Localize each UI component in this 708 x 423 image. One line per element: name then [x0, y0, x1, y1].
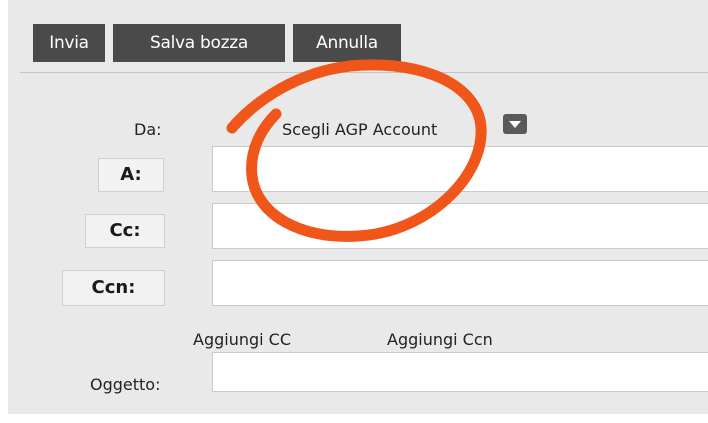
cc-button[interactable]: Cc:	[85, 214, 165, 248]
to-button[interactable]: A:	[98, 158, 164, 192]
add-cc-link[interactable]: Aggiungi CC	[193, 330, 291, 349]
from-label: Da:	[134, 120, 162, 139]
bcc-field[interactable]	[212, 260, 708, 306]
to-field[interactable]	[212, 146, 708, 192]
subject-label: Oggetto:	[90, 375, 161, 394]
subject-field[interactable]	[212, 352, 708, 392]
toolbar-divider	[20, 72, 708, 73]
add-bcc-link[interactable]: Aggiungi Ccn	[387, 330, 493, 349]
chevron-down-icon[interactable]	[503, 114, 527, 134]
from-account-select[interactable]: Scegli AGP Account	[282, 120, 437, 139]
save-draft-button[interactable]: Salva bozza	[113, 24, 285, 62]
cancel-button[interactable]: Annulla	[293, 24, 401, 62]
cc-field[interactable]	[212, 203, 708, 249]
bcc-button[interactable]: Ccn:	[62, 270, 165, 306]
send-button[interactable]: Invia	[33, 24, 105, 62]
